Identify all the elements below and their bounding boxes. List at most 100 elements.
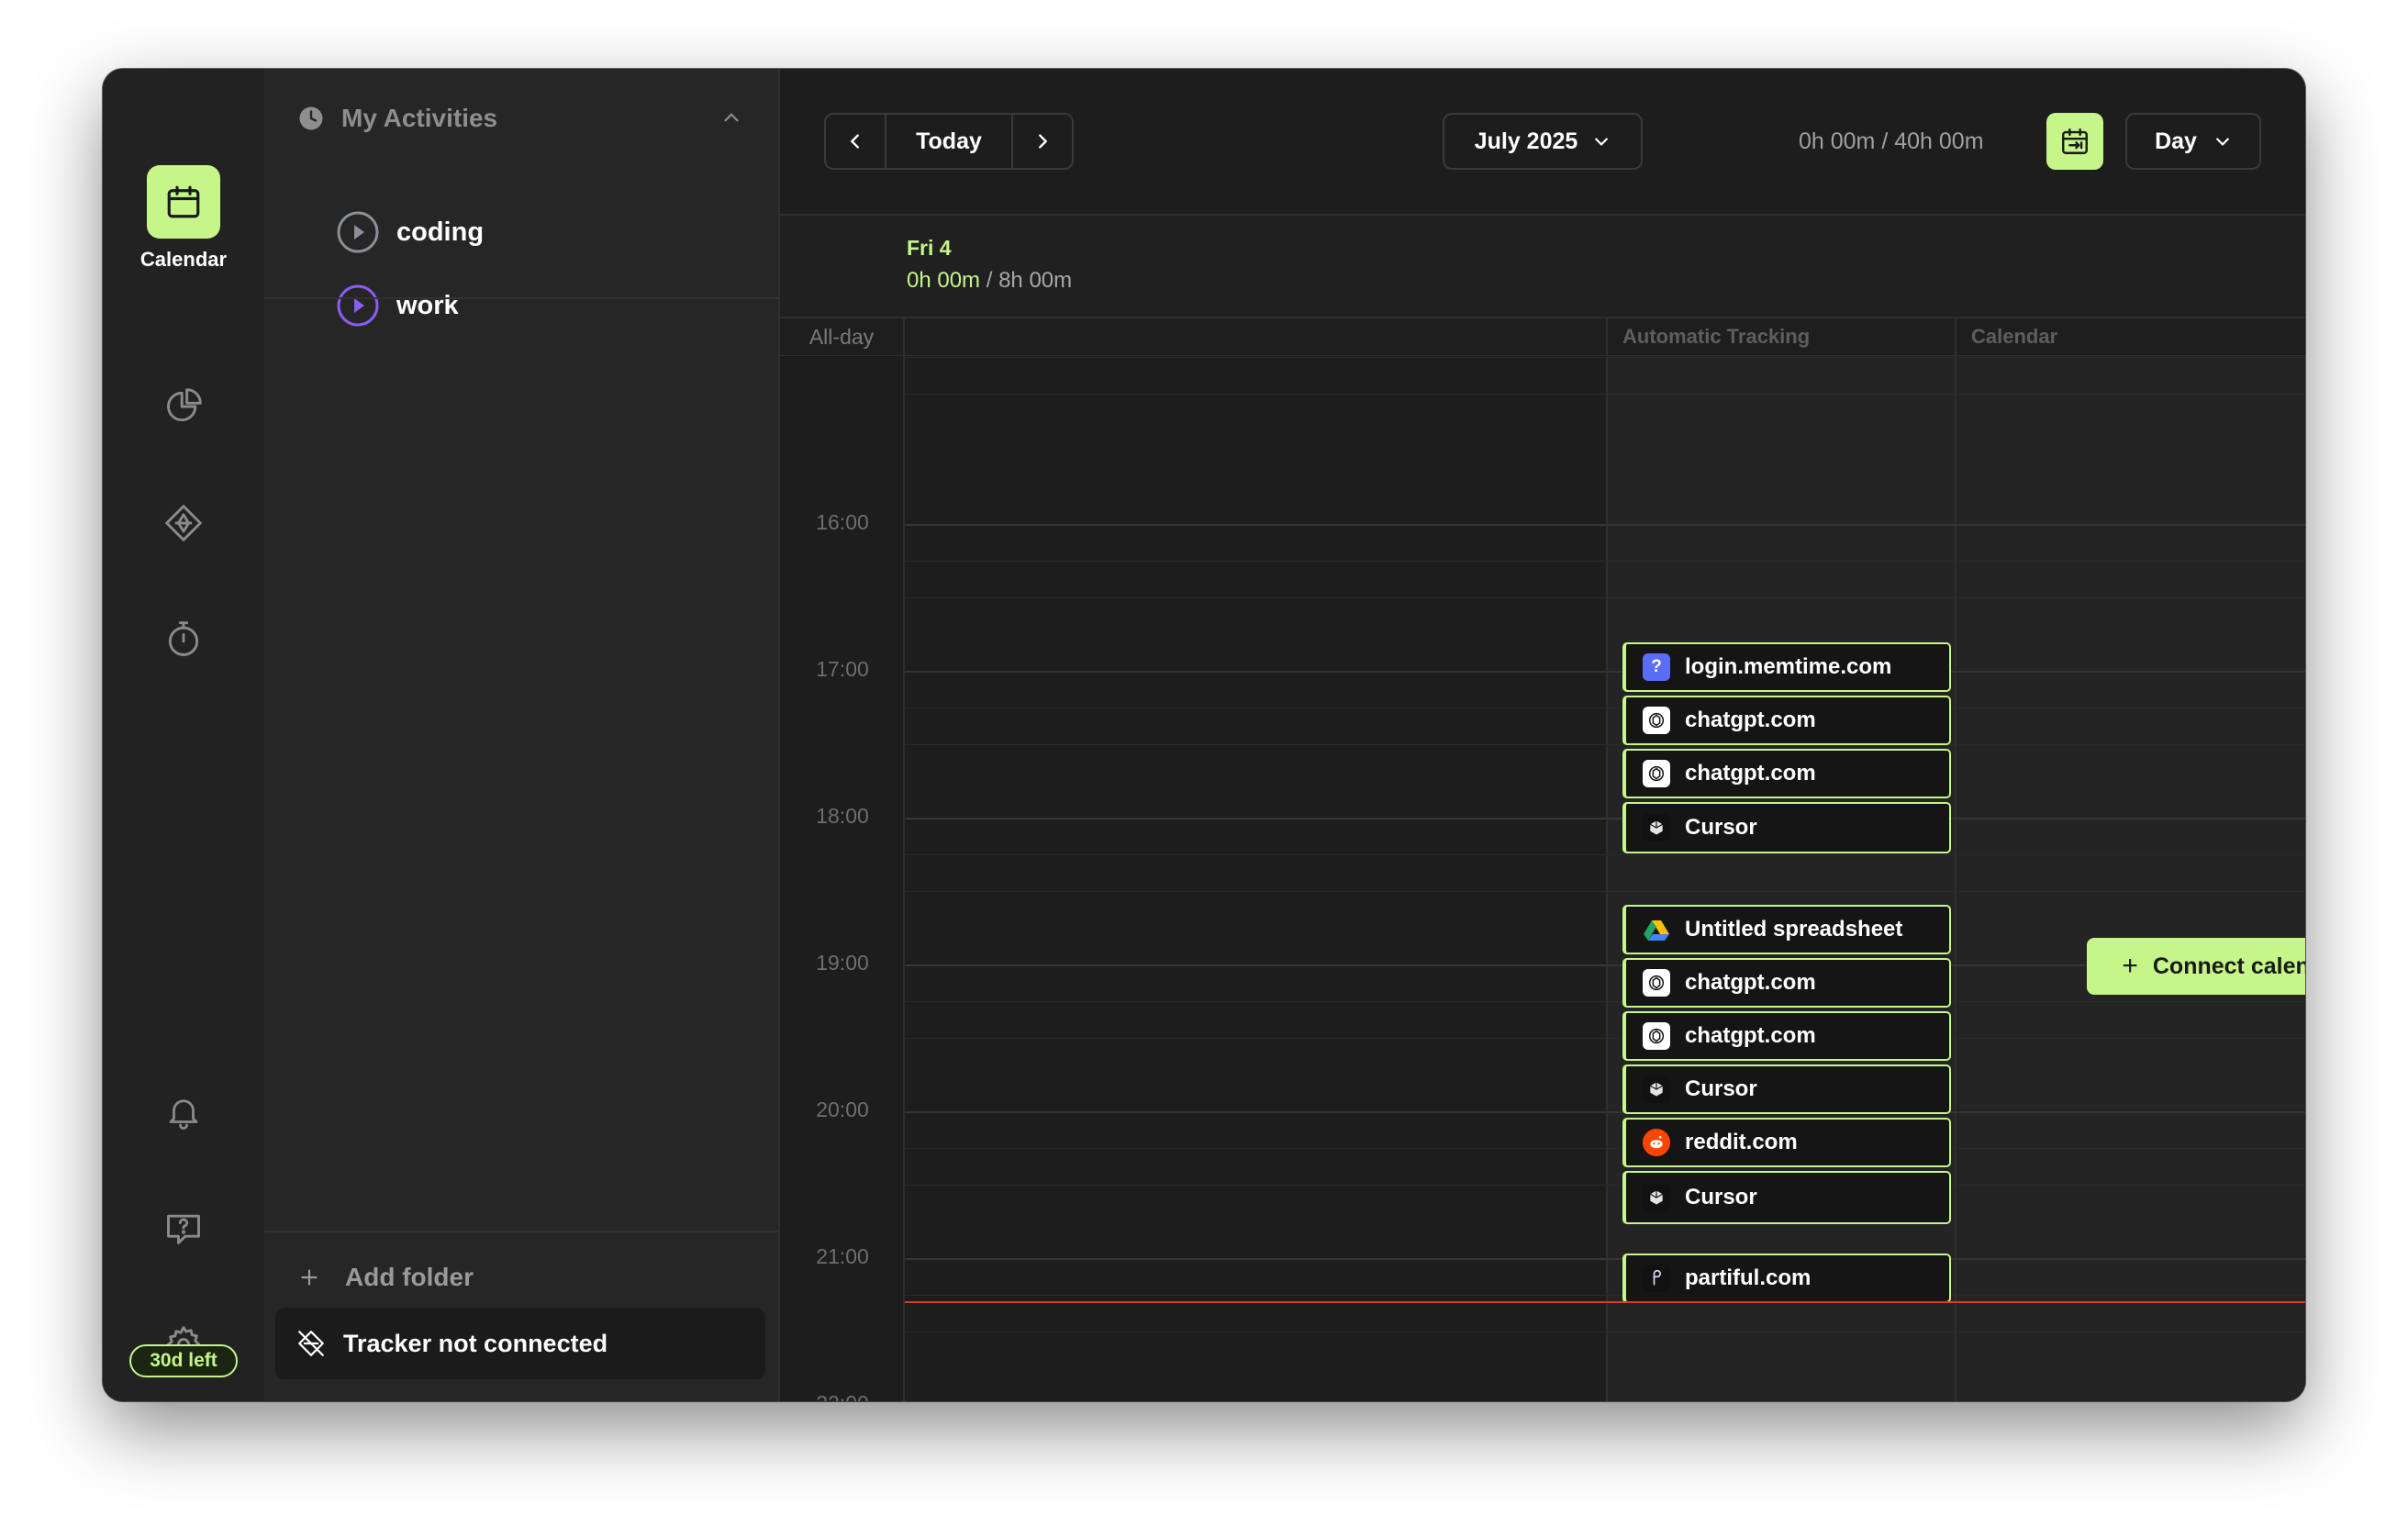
weekly-hours-total: 0h 00m / 40h 00m bbox=[1799, 128, 1984, 154]
tracked-event[interactable]: chatgpt.com bbox=[1622, 958, 1951, 1008]
chatgpt-icon bbox=[1643, 1022, 1670, 1050]
chatgpt-icon bbox=[1643, 969, 1670, 997]
day-name[interactable]: Fri 4 bbox=[907, 236, 952, 261]
tracked-event[interactable]: partiful.com bbox=[1622, 1254, 1951, 1303]
grid-line bbox=[905, 1185, 2305, 1186]
help-button[interactable] bbox=[156, 1200, 211, 1255]
view-selector[interactable]: Day bbox=[2125, 113, 2261, 170]
event-label: reddit.com bbox=[1685, 1130, 1798, 1154]
activities-column[interactable] bbox=[905, 356, 1606, 1401]
grid-line bbox=[905, 357, 2305, 358]
tracked-event[interactable]: ? login.memtime.com bbox=[1622, 642, 1951, 692]
calendar-nav-label: Calendar bbox=[139, 248, 228, 271]
activity-item-work[interactable]: work bbox=[336, 281, 459, 330]
tracked-event[interactable]: Untitled spreadsheet bbox=[1622, 905, 1951, 954]
chevron-down-icon bbox=[2216, 138, 2229, 146]
grid-line bbox=[905, 1001, 2305, 1002]
time-label: 21:00 bbox=[816, 1244, 869, 1268]
grid-line bbox=[905, 1038, 2305, 1039]
chevron-up-icon[interactable] bbox=[719, 106, 743, 129]
event-label: chatgpt.com bbox=[1685, 708, 1816, 732]
time-label: 19:00 bbox=[816, 951, 869, 975]
date-navigation: Today bbox=[824, 113, 1074, 170]
grid-line bbox=[905, 744, 2305, 745]
grid-line bbox=[905, 891, 2305, 892]
reports-nav-button[interactable] bbox=[156, 379, 211, 434]
hour-line bbox=[905, 1111, 2305, 1113]
diamond-icon bbox=[165, 505, 202, 541]
pie-chart-icon bbox=[167, 388, 202, 422]
tracked-event[interactable]: chatgpt.com bbox=[1622, 1011, 1951, 1061]
event-label: Untitled spreadsheet bbox=[1685, 917, 1903, 942]
activities-panel: My Activities coding work Add folder Tra… bbox=[264, 69, 780, 1401]
grid-line bbox=[905, 394, 2305, 395]
tracker-status[interactable]: Tracker not connected bbox=[275, 1308, 765, 1379]
tracked-event[interactable]: chatgpt.com bbox=[1622, 696, 1951, 745]
event-label: Cursor bbox=[1685, 1076, 1757, 1101]
stopwatch-icon bbox=[168, 621, 199, 656]
grid-line bbox=[905, 1148, 2305, 1149]
calendar-column-header: Calendar bbox=[1955, 318, 2305, 355]
add-folder-button[interactable]: Add folder bbox=[297, 1253, 474, 1302]
unknown-site-icon: ? bbox=[1643, 653, 1670, 681]
connect-calendar-button[interactable]: + Connect calendar bbox=[2087, 938, 2305, 995]
plus-icon bbox=[301, 1269, 318, 1286]
activity-item-coding[interactable]: coding bbox=[336, 207, 484, 257]
day-hours: 0h 00m / 8h 00m bbox=[907, 268, 1072, 294]
divider bbox=[264, 297, 778, 299]
partiful-icon bbox=[1643, 1265, 1670, 1292]
day-header: Fri 4 0h 00m / 8h 00m bbox=[780, 216, 2305, 315]
tracked-event[interactable]: reddit.com bbox=[1622, 1118, 1951, 1167]
calendar-sync-toggle[interactable] bbox=[2046, 113, 2103, 170]
calendar-icon bbox=[167, 185, 200, 218]
bell-icon bbox=[169, 1099, 198, 1130]
column-headers: All-day Automatic Tracking Calendar bbox=[780, 317, 2305, 358]
calendar-import-icon bbox=[2062, 128, 2088, 154]
current-time-indicator bbox=[905, 1301, 2305, 1303]
help-chat-icon bbox=[167, 1214, 200, 1244]
time-label: 20:00 bbox=[816, 1098, 869, 1121]
calendar-toolbar: Today July 2025 0h 00m / 40h 00m Day bbox=[780, 69, 2305, 216]
add-folder-label: Add folder bbox=[345, 1263, 474, 1291]
month-picker[interactable]: July 2025 bbox=[1443, 113, 1643, 170]
allday-label: All-day bbox=[780, 318, 905, 355]
next-day-button[interactable] bbox=[1013, 115, 1072, 168]
month-label: July 2025 bbox=[1474, 128, 1578, 154]
hour-line bbox=[905, 1258, 2305, 1260]
activities-title: My Activities bbox=[341, 104, 498, 132]
notifications-button[interactable] bbox=[156, 1085, 211, 1140]
day-planned-hours: 8h 00m bbox=[998, 268, 1073, 293]
calendar-main: Today July 2025 0h 00m / 40h 00m Day Fri… bbox=[780, 69, 2305, 1401]
trial-badge[interactable]: 30d left bbox=[129, 1344, 238, 1377]
grid-line bbox=[905, 597, 2305, 598]
event-label: Cursor bbox=[1685, 1185, 1757, 1209]
play-circle-icon[interactable] bbox=[336, 284, 380, 328]
chatgpt-icon bbox=[1643, 760, 1670, 787]
tracked-event[interactable]: Cursor bbox=[1622, 1064, 1951, 1114]
activity-label: coding bbox=[396, 217, 485, 247]
reddit-icon bbox=[1643, 1129, 1670, 1156]
google-drive-icon bbox=[1643, 916, 1670, 943]
automatic-tracking-column[interactable] bbox=[1606, 356, 1955, 1401]
tracked-event[interactable]: Cursor bbox=[1622, 802, 1951, 853]
projects-nav-button[interactable] bbox=[156, 496, 211, 551]
previous-day-button[interactable] bbox=[826, 115, 885, 168]
activities-header[interactable]: My Activities bbox=[297, 96, 756, 140]
day-tracked-hours: 0h 00m bbox=[907, 268, 981, 293]
tracker-status-label: Tracker not connected bbox=[343, 1329, 608, 1357]
calendar-nav-button[interactable] bbox=[147, 165, 220, 239]
clock-filled-icon bbox=[299, 106, 323, 130]
grid-line bbox=[905, 561, 2305, 562]
calendar-column[interactable] bbox=[1955, 356, 2305, 1401]
play-circle-icon[interactable] bbox=[336, 210, 380, 254]
today-button[interactable]: Today bbox=[885, 115, 1013, 168]
hour-line bbox=[905, 818, 2305, 819]
timer-nav-button[interactable] bbox=[156, 612, 211, 667]
cursor-app-icon bbox=[1643, 1184, 1670, 1211]
tracked-event[interactable]: chatgpt.com bbox=[1622, 749, 1951, 798]
cursor-app-icon bbox=[1643, 1075, 1670, 1103]
time-grid[interactable]: 16:00 17:00 18:00 19:00 20:00 21:00 22:0… bbox=[780, 356, 2305, 1401]
tracked-event[interactable]: Cursor bbox=[1622, 1171, 1951, 1224]
event-label: chatgpt.com bbox=[1685, 761, 1816, 786]
automatic-tracking-header: Automatic Tracking bbox=[1606, 318, 1955, 355]
